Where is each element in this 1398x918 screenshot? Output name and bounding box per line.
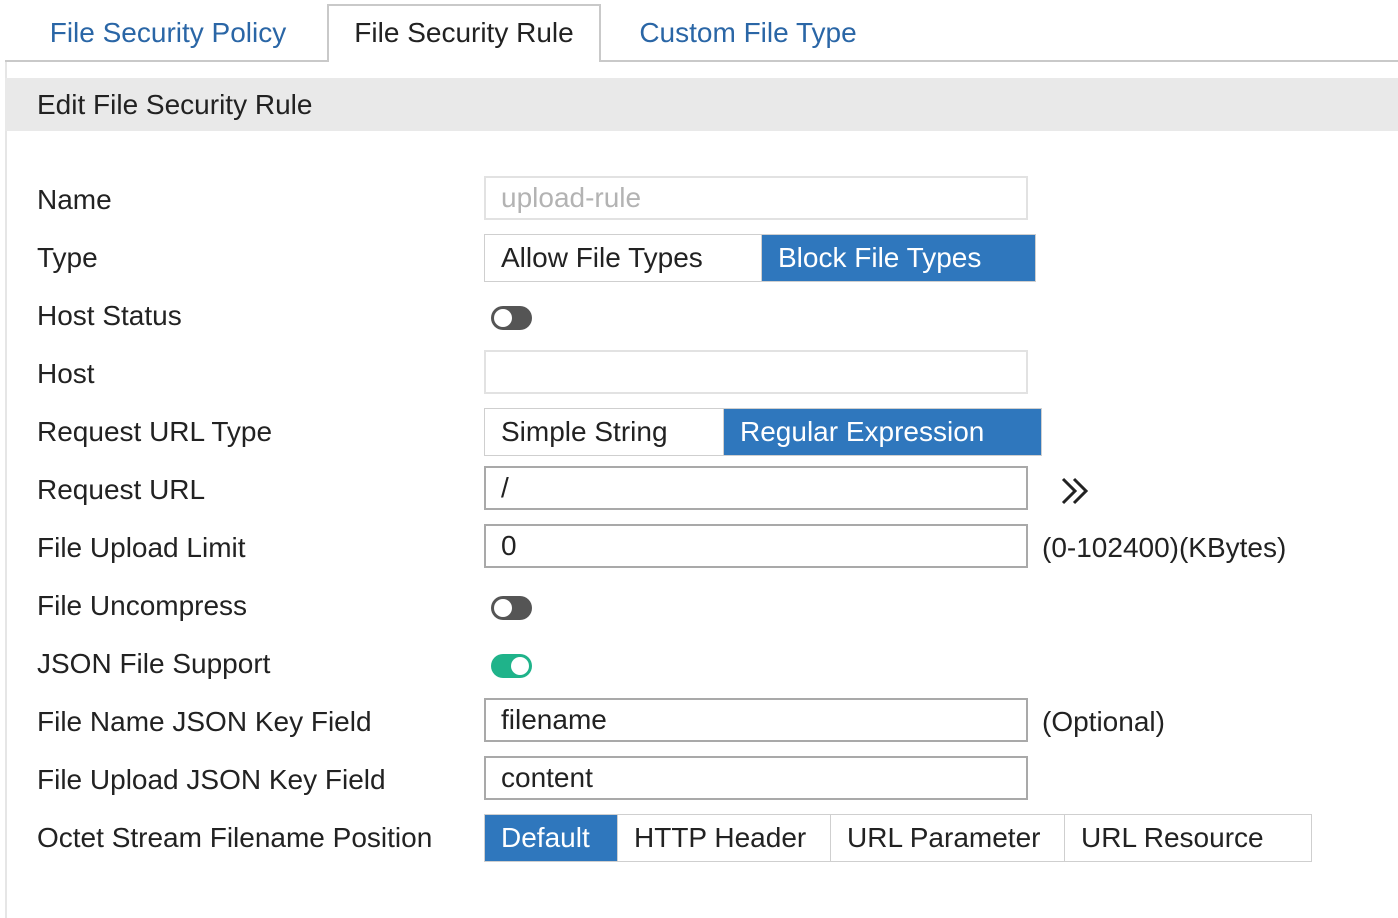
file-upload-json-key-label: File Upload JSON Key Field [37, 764, 386, 795]
panel-border [5, 62, 7, 918]
octet-option-http-header[interactable]: HTTP Header [618, 815, 831, 861]
host-input[interactable] [484, 350, 1028, 394]
file-name-json-key-hint: (Optional) [1042, 706, 1165, 737]
json-file-support-toggle[interactable] [491, 654, 532, 678]
host-label: Host [37, 358, 95, 389]
host-status-label: Host Status [37, 300, 182, 331]
request-url-type-label: Request URL Type [37, 416, 273, 447]
octet-option-url-parameter[interactable]: URL Parameter [831, 815, 1065, 861]
tab-file-security-rule[interactable]: File Security Rule [327, 4, 601, 62]
json-file-support-label: JSON File Support [37, 648, 271, 679]
type-option-allow[interactable]: Allow File Types [485, 235, 762, 281]
request-url-type-option-regex[interactable]: Regular Expression [724, 409, 1041, 455]
request-url-type-option-simple[interactable]: Simple String [485, 409, 724, 455]
type-option-block[interactable]: Block File Types [762, 235, 1035, 281]
file-upload-limit-label: File Upload Limit [37, 532, 246, 563]
host-status-toggle[interactable] [491, 306, 532, 330]
file-upload-limit-input[interactable]: 0 [484, 524, 1028, 568]
octet-option-url-resource[interactable]: URL Resource [1065, 815, 1311, 861]
name-label: Name [37, 184, 112, 215]
section-header: Edit File Security Rule [5, 78, 1398, 131]
file-uncompress-label: File Uncompress [37, 590, 248, 621]
file-name-json-key-input[interactable]: filename [484, 698, 1028, 742]
file-upload-json-key-input[interactable]: content [484, 756, 1028, 800]
octet-stream-position-label: Octet Stream Filename Position [37, 822, 433, 853]
octet-stream-position-segmented-control: Default HTTP Header URL Parameter URL Re… [484, 814, 1312, 862]
type-label: Type [37, 242, 98, 273]
file-uncompress-toggle[interactable] [491, 596, 532, 620]
tab-bar-baseline [5, 60, 1398, 62]
tab-bar: File Security Policy File Security Rule … [0, 0, 1398, 62]
double-chevron-right-icon[interactable] [1058, 474, 1094, 508]
request-url-label: Request URL [37, 474, 206, 505]
request-url-type-segmented-control: Simple String Regular Expression [484, 408, 1042, 456]
type-segmented-control: Allow File Types Block File Types [484, 234, 1036, 282]
file-upload-limit-hint: (0-102400)(KBytes) [1042, 532, 1287, 563]
section-title: Edit File Security Rule [37, 89, 313, 120]
file-name-json-key-label: File Name JSON Key Field [37, 706, 372, 737]
tab-custom-file-type[interactable]: Custom File Type [620, 6, 876, 60]
octet-option-default[interactable]: Default [485, 815, 618, 861]
request-url-input[interactable]: / [484, 466, 1028, 510]
name-input[interactable]: upload-rule [484, 176, 1028, 220]
tab-file-security-policy[interactable]: File Security Policy [30, 6, 306, 60]
